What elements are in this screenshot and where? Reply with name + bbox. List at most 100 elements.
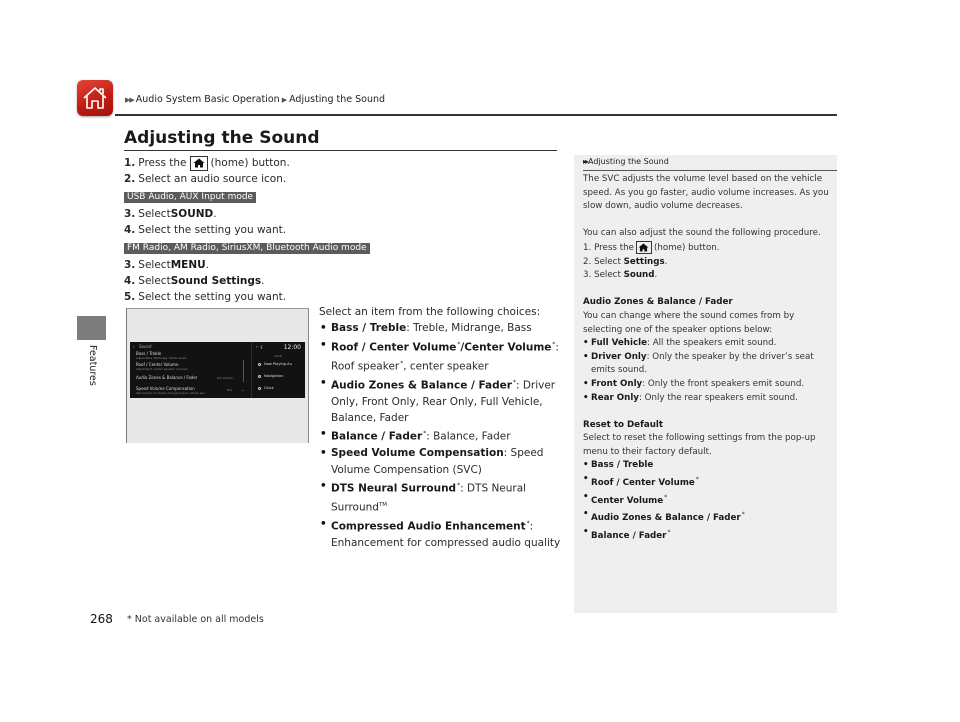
zone-name: Driver Only bbox=[591, 351, 647, 362]
zone-option: Rear Only: Only the rear speakers emit s… bbox=[583, 392, 833, 406]
choice-name: Roof / Center Volume bbox=[331, 341, 457, 354]
sidebar-body: The SVC adjusts the volume level based o… bbox=[583, 173, 833, 543]
sound-settings-screenshot: › Sound Bass / Treble Adjust Bass, Midra… bbox=[126, 308, 309, 443]
breadcrumb-current: Adjusting the Sound bbox=[289, 94, 386, 105]
cards-label: Cards bbox=[274, 354, 282, 358]
zone-name: Front Only bbox=[591, 378, 643, 389]
reset-item-name: Audio Zones & Balance / Fader bbox=[591, 512, 741, 523]
step-keyword: MENU bbox=[170, 259, 206, 271]
section-tab-label: Features bbox=[87, 345, 98, 386]
mode-tag-fm: FM Radio, AM Radio, SiriusXM, Bluetooth … bbox=[124, 243, 370, 254]
reset-description: Select to reset the following settings f… bbox=[583, 433, 816, 457]
breadcrumb-link-audio-system[interactable]: Audio System Basic Operation bbox=[136, 94, 280, 105]
page-title: Adjusting the Sound bbox=[124, 128, 320, 148]
double-arrow-icon: ▶▶ bbox=[125, 95, 135, 104]
zone-name: Rear Only bbox=[591, 392, 639, 403]
step-text: Select bbox=[594, 256, 624, 267]
step-5-fm: 5. Select the setting you want. bbox=[124, 289, 564, 305]
step-number: 2. bbox=[124, 173, 136, 185]
procedure-steps: 1. Press the (home) button. 2. Select an… bbox=[124, 155, 564, 305]
infotainment-display: › Sound Bass / Treble Adjust Bass, Midra… bbox=[130, 342, 305, 398]
step-text: Select bbox=[138, 208, 171, 220]
step-text: Select bbox=[594, 270, 624, 281]
step-keyword: Sound bbox=[623, 270, 655, 281]
zone-desc: : All the speakers emit sound. bbox=[647, 338, 777, 349]
choices-list: Select an item from the following choice… bbox=[319, 304, 569, 551]
step-number: 1. bbox=[124, 157, 136, 169]
step-3-fm: 3. Select MENU. bbox=[124, 257, 564, 273]
menu-item-subtitle: Set amount of volume change due to vehic… bbox=[136, 391, 205, 395]
now-playing-icon bbox=[258, 362, 261, 366]
menu-item-bass-treble: Bass / Treble Adjust Bass, Midrange, Tre… bbox=[136, 351, 186, 360]
choice-item: Balance / Fader*: Balance, Fader bbox=[319, 426, 569, 445]
sidebar-step-3: 3. Select Sound. bbox=[583, 269, 833, 283]
asterisk-mark: * bbox=[741, 511, 745, 519]
scrollbar bbox=[243, 360, 244, 382]
scroll-down-icon: ⌄ bbox=[241, 387, 245, 392]
sidebar-step-1: 1. Press the (home) button. bbox=[583, 240, 833, 256]
reset-item-name: Center Volume bbox=[591, 495, 664, 506]
step-text: (home) button. bbox=[653, 242, 720, 253]
menu-item-speed-volume: Speed Volume Compensation Set amount of … bbox=[136, 386, 205, 395]
menu-item-subtitle: Adjust Bass, Midrange, Treble levels bbox=[136, 356, 187, 360]
step-text: Select the setting you want. bbox=[138, 291, 287, 303]
procedure-intro: You can also adjust the sound the follow… bbox=[583, 228, 821, 239]
step-number: 1. bbox=[583, 242, 592, 253]
zone-desc: : Only the rear speakers emit sound. bbox=[638, 392, 798, 403]
reset-item: Bass / Treble bbox=[583, 459, 833, 473]
sidebar-heading: ▸▸ Adjusting the Sound bbox=[583, 157, 669, 166]
clock-readout: 12:00 bbox=[283, 344, 301, 351]
step-text: Select the setting you want. bbox=[138, 224, 287, 236]
menu-item-roof-center-volume: Roof / Center Volume Adjust Roof, Center… bbox=[136, 362, 188, 371]
shortcut-label: Clock bbox=[264, 386, 274, 390]
step-text: . bbox=[664, 256, 668, 267]
asterisk-mark: * bbox=[695, 476, 699, 484]
shortcut-navigation: Navigation bbox=[258, 374, 283, 378]
step-number: 5. bbox=[124, 291, 136, 303]
shortcut-label: Navigation bbox=[264, 374, 284, 378]
choice-desc: : bbox=[555, 341, 559, 354]
menu-item-title: Audio Zones & Balance / Fader bbox=[136, 375, 198, 380]
reset-item: Audio Zones & Balance / Fader* bbox=[583, 508, 833, 525]
asterisk-mark: * bbox=[664, 493, 668, 501]
home-button-icon bbox=[635, 240, 652, 254]
back-chevron-icon: › bbox=[133, 344, 135, 349]
step-1: 1. Press the (home) button. bbox=[124, 155, 564, 171]
nav-arrows-icon: ← ❮ bbox=[256, 345, 263, 349]
choice-item: Roof / Center Volume*/Center Volume*:Roo… bbox=[319, 337, 569, 375]
step-text: (home) button. bbox=[210, 157, 290, 169]
step-4-usb: 4. Select the setting you want. bbox=[124, 222, 564, 238]
zone-option: Driver Only: Only the speaker by the dri… bbox=[583, 351, 833, 378]
step-text: . bbox=[261, 275, 265, 287]
note-arrow-icon: ▸▸ bbox=[583, 157, 589, 166]
choice-name: Compressed Audio Enhancement bbox=[331, 520, 526, 533]
step-number: 2. bbox=[583, 256, 592, 267]
svc-description: The SVC adjusts the volume level based o… bbox=[583, 174, 829, 212]
step-number: 4. bbox=[124, 275, 136, 287]
step-text: . bbox=[205, 259, 209, 271]
choice-item: Bass / Treble: Treble, Midrange, Bass bbox=[319, 320, 569, 337]
choice-name: /Center Volume bbox=[460, 341, 552, 354]
zone-option: Front Only: Only the front speakers emit… bbox=[583, 378, 833, 392]
step-number: 3. bbox=[583, 270, 592, 281]
arrow-icon: ▶ bbox=[281, 95, 288, 104]
navigation-icon bbox=[258, 374, 261, 378]
step-4-fm: 4. Select Sound Settings. bbox=[124, 273, 564, 289]
menu-item-value: Full Vehicle bbox=[217, 376, 233, 380]
zones-description: You can change where the sound comes fro… bbox=[583, 310, 795, 335]
screenshot-border bbox=[127, 308, 308, 309]
home-logo-icon[interactable] bbox=[77, 80, 113, 116]
reset-item-name: Bass / Treble bbox=[591, 460, 654, 471]
step-keyword: SOUND bbox=[170, 208, 214, 220]
zone-option: Full Vehicle: All the speakers emit soun… bbox=[583, 337, 833, 351]
choices-lead: Select an item from the following choice… bbox=[319, 306, 541, 318]
step-number: 3. bbox=[124, 208, 136, 220]
screen-header: Sound bbox=[139, 344, 152, 349]
choice-name: Balance / Fader bbox=[331, 430, 423, 443]
step-text: Press the bbox=[594, 242, 634, 253]
reset-item-name: Roof / Center Volume bbox=[591, 477, 695, 488]
sidebar-step-2: 2. Select Settings. bbox=[583, 256, 833, 270]
step-3-usb: 3. Select SOUND. bbox=[124, 206, 564, 222]
step-text: Select bbox=[138, 259, 171, 271]
step-2: 2. Select an audio source icon. bbox=[124, 171, 564, 187]
